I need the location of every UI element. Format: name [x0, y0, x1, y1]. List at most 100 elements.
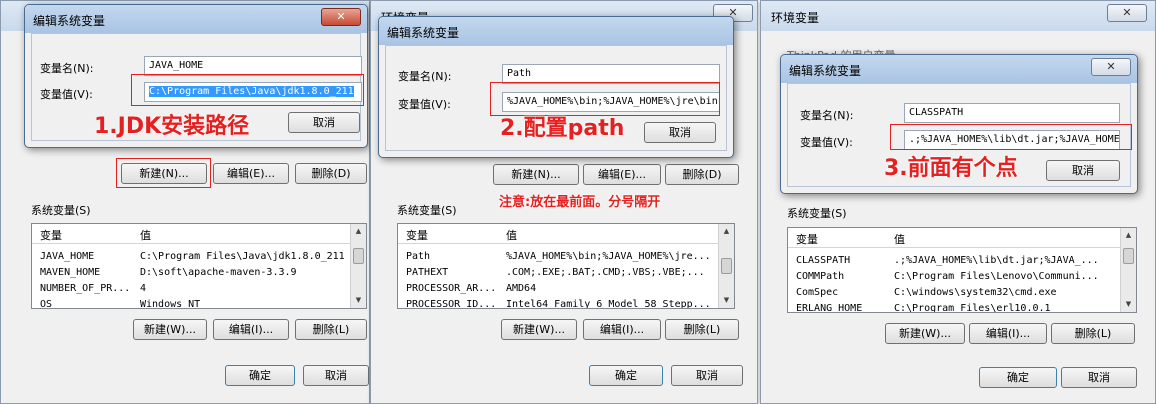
table-row[interactable]: PATHEXT .COM;.EXE;.BAT;.CMD;.VBS;.VBE;..…: [398, 265, 718, 281]
user-delete-button[interactable]: 删除(D): [665, 164, 739, 185]
sys-edit-button[interactable]: 编辑(I)...: [583, 319, 661, 340]
table-row[interactable]: MAVEN_HOME D:\soft\apache-maven-3.3.9: [32, 265, 350, 281]
scroll-down-icon[interactable]: ▼: [719, 293, 734, 308]
close-icon[interactable]: ✕: [1091, 58, 1131, 76]
table-row[interactable]: PROCESSOR_AR... AMD64: [398, 281, 718, 297]
row-name: CLASSPATH: [796, 255, 851, 266]
column-header-value[interactable]: 值: [894, 231, 905, 247]
row-name: OS: [40, 299, 53, 309]
var-name-label: 变量名(N):: [398, 70, 452, 83]
var-value-label: 变量值(V):: [398, 98, 451, 111]
var-name-field[interactable]: CLASSPATH: [904, 103, 1120, 123]
sys-edit-button[interactable]: 编辑(I)...: [213, 319, 289, 340]
row-value: C:\Program Files\Java\jdk1.8.0_211: [140, 251, 345, 262]
list-header: 变量 值: [788, 228, 1120, 248]
dialog-cancel-button[interactable]: 取消: [288, 112, 360, 133]
close-icon[interactable]: ✕: [321, 8, 361, 26]
sys-delete-button[interactable]: 删除(L): [1051, 323, 1135, 344]
close-icon[interactable]: ✕: [1107, 4, 1147, 22]
var-value-label: 变量值(V):: [800, 136, 853, 149]
scroll-thumb[interactable]: [1123, 248, 1134, 264]
sys-delete-button[interactable]: 删除(L): [295, 319, 367, 340]
table-row[interactable]: JAVA_HOME C:\Program Files\Java\jdk1.8.0…: [32, 249, 350, 265]
table-row[interactable]: COMMPath C:\Program Files\Lenovo\Communi…: [788, 269, 1120, 285]
system-vars-list[interactable]: 变量 值 Path %JAVA_HOME%\bin;%JAVA_HOME%\jr…: [397, 223, 735, 309]
var-name-label: 变量名(N):: [800, 109, 854, 122]
user-new-button[interactable]: 新建(N)...: [493, 164, 579, 185]
row-value: D:\soft\apache-maven-3.3.9: [140, 267, 297, 278]
scroll-thumb[interactable]: [353, 248, 364, 264]
row-value: .;%JAVA_HOME%\lib\dt.jar;%JAVA_...: [894, 255, 1099, 266]
cancel-button[interactable]: 取消: [671, 365, 743, 386]
dialog-title: 编辑系统变量: [387, 26, 460, 40]
dialog-titlebar[interactable]: 编辑系统变量 ✕: [25, 5, 367, 33]
system-vars-label: 系统变量(S): [397, 204, 457, 217]
scroll-up-icon[interactable]: ▲: [1121, 228, 1136, 243]
var-name-field[interactable]: JAVA_HOME: [144, 56, 362, 76]
scrollbar[interactable]: ▲ ▼: [350, 224, 366, 308]
system-vars-list[interactable]: 变量 值 CLASSPATH .;%JAVA_HOME%\lib\dt.jar;…: [787, 227, 1137, 313]
list-header: 变量 值: [398, 224, 718, 244]
dialog-cancel-button[interactable]: 取消: [1046, 160, 1120, 181]
dialog-title: 编辑系统变量: [789, 64, 862, 78]
dialog-cancel-button[interactable]: 取消: [644, 122, 716, 143]
dialog-title: 编辑系统变量: [33, 14, 106, 28]
cancel-button[interactable]: 取消: [1061, 367, 1137, 388]
dialog-titlebar[interactable]: 编辑系统变量: [379, 17, 733, 45]
list-header: 变量 值: [32, 224, 350, 244]
user-edit-button[interactable]: 编辑(E)...: [583, 164, 661, 185]
sys-delete-button[interactable]: 删除(L): [665, 319, 739, 340]
scrollbar[interactable]: ▲ ▼: [718, 224, 734, 308]
row-value: C:\windows\system32\cmd.exe: [894, 287, 1057, 298]
table-row[interactable]: OS Windows_NT: [32, 297, 350, 309]
annotation-leading-dot: 3.前面有个点: [884, 156, 1018, 181]
highlight-value-field: [131, 74, 364, 106]
row-value: .COM;.EXE;.BAT;.CMD;.VBS;.VBE;...: [506, 267, 705, 278]
row-value: Windows_NT: [140, 299, 201, 309]
column-header-value[interactable]: 值: [506, 227, 517, 243]
env-titlebar-3: 环境变量 ✕: [761, 1, 1155, 31]
row-value: AMD64: [506, 283, 537, 294]
sys-new-button[interactable]: 新建(W)...: [885, 323, 965, 344]
annotation-note: 注意:放在最前面。分号隔开: [499, 195, 661, 210]
user-delete-button[interactable]: 删除(D): [295, 163, 367, 184]
row-value: 4: [140, 283, 147, 294]
ok-button[interactable]: 确定: [589, 365, 663, 386]
table-row[interactable]: ERLANG_HOME C:\Program Files\erl10.0.1: [788, 301, 1120, 313]
row-value: C:\Program Files\erl10.0.1: [894, 303, 1051, 313]
scroll-thumb[interactable]: [721, 258, 732, 274]
sys-new-button[interactable]: 新建(W)...: [501, 319, 577, 340]
system-vars-label: 系统变量(S): [787, 207, 847, 220]
table-row[interactable]: NUMBER_OF_PR... 4: [32, 281, 350, 297]
scroll-up-icon[interactable]: ▲: [351, 224, 366, 239]
window-title: 环境变量: [771, 11, 820, 25]
system-vars-label: 系统变量(S): [31, 204, 91, 217]
column-header-name[interactable]: 变量: [796, 231, 818, 247]
table-row[interactable]: CLASSPATH .;%JAVA_HOME%\lib\dt.jar;%JAVA…: [788, 253, 1120, 269]
sys-edit-button[interactable]: 编辑(I)...: [969, 323, 1047, 344]
ok-button[interactable]: 确定: [225, 365, 295, 386]
annotation-config-path: 2.配置path: [500, 116, 625, 141]
table-row[interactable]: ComSpec C:\windows\system32\cmd.exe: [788, 285, 1120, 301]
dialog-titlebar[interactable]: 编辑系统变量 ✕: [781, 55, 1137, 83]
column-header-value[interactable]: 值: [140, 227, 151, 243]
column-header-name[interactable]: 变量: [40, 227, 62, 243]
user-edit-button[interactable]: 编辑(E)...: [213, 163, 289, 184]
table-row[interactable]: PROCESSOR_ID... Intel64 Family 6 Model 5…: [398, 297, 718, 309]
row-name: COMMPath: [796, 271, 845, 282]
scrollbar[interactable]: ▲ ▼: [1120, 228, 1136, 312]
table-row[interactable]: Path %JAVA_HOME%\bin;%JAVA_HOME%\jre...: [398, 249, 718, 265]
sys-new-button[interactable]: 新建(W)...: [133, 319, 207, 340]
cancel-button[interactable]: 取消: [303, 365, 369, 386]
row-name: ComSpec: [796, 287, 839, 298]
system-vars-list[interactable]: 变量 值 JAVA_HOME C:\Program Files\Java\jdk…: [31, 223, 367, 309]
row-value: C:\Program Files\Lenovo\Communi...: [894, 271, 1099, 282]
scroll-down-icon[interactable]: ▼: [1121, 297, 1136, 312]
var-name-field[interactable]: Path: [502, 64, 720, 84]
ok-button[interactable]: 确定: [979, 367, 1057, 388]
column-header-name[interactable]: 变量: [406, 227, 428, 243]
row-name: PROCESSOR_ID...: [406, 299, 497, 309]
highlight-value-field: [890, 124, 1132, 150]
scroll-down-icon[interactable]: ▼: [351, 293, 366, 308]
scroll-up-icon[interactable]: ▲: [719, 224, 734, 239]
